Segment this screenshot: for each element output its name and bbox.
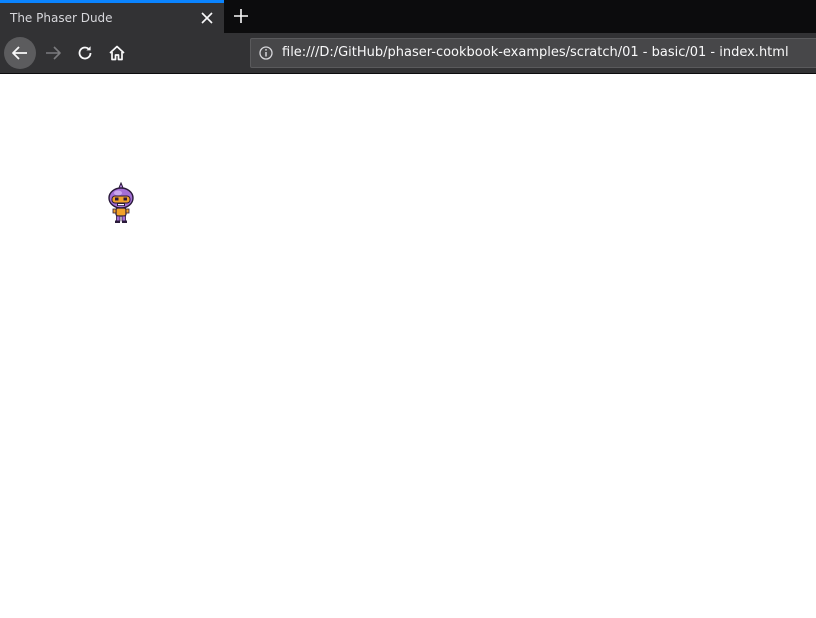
back-button[interactable] — [4, 37, 36, 69]
plus-icon[interactable] — [230, 5, 252, 27]
page-content — [0, 74, 816, 618]
home-button[interactable] — [101, 37, 133, 69]
phaser-dude-sprite — [108, 182, 134, 223]
arrow-right-icon — [46, 46, 61, 60]
reload-icon — [78, 46, 92, 60]
tab-strip: The Phaser Dude — [0, 0, 816, 33]
tab-title: The Phaser Dude — [10, 11, 113, 25]
forward-button[interactable] — [37, 37, 69, 69]
info-icon[interactable] — [259, 46, 273, 60]
arrow-left-icon — [12, 46, 27, 60]
url-text[interactable]: file:///D:/GitHub/phaser-cookbook-exampl… — [282, 45, 789, 60]
url-bar[interactable]: file:///D:/GitHub/phaser-cookbook-exampl… — [250, 38, 816, 68]
nav-toolbar: file:///D:/GitHub/phaser-cookbook-exampl… — [0, 33, 816, 74]
close-icon[interactable] — [198, 9, 216, 27]
tab-active[interactable]: The Phaser Dude — [0, 0, 224, 33]
reload-button[interactable] — [69, 37, 101, 69]
home-icon — [109, 45, 125, 61]
